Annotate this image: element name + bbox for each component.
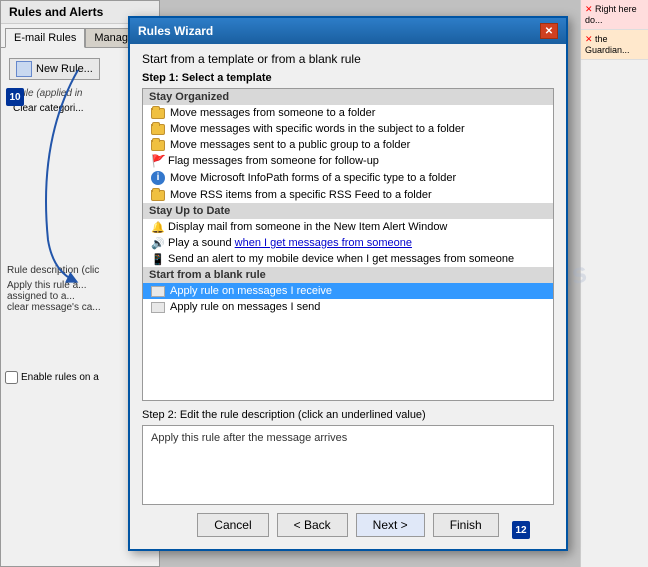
dialog-titlebar: Rules Wizard ✕ <box>130 18 566 44</box>
folder-icon <box>151 140 165 151</box>
flag-icon: 🚩 <box>151 155 163 167</box>
enable-rules-checkbox[interactable] <box>5 371 18 384</box>
sound-icon: 🔊 <box>151 237 163 249</box>
cancel-button[interactable]: Cancel <box>197 513 268 537</box>
blank-icon <box>151 302 165 313</box>
rule-infopath[interactable]: i Move Microsoft InfoPath forms of a spe… <box>143 169 553 187</box>
rule-apply-receive[interactable]: Apply rule on messages I receive <box>143 283 553 299</box>
badge-12: 12 <box>512 521 530 539</box>
arrow-svg <box>18 60 118 290</box>
blank-icon <box>151 286 165 297</box>
info-icon: i <box>151 171 165 185</box>
section-stay-uptodate: Stay Up to Date <box>143 203 553 219</box>
template-list[interactable]: Stay Organized Move messages from someon… <box>142 88 554 401</box>
right-item-2: ✕ the Guardian... <box>581 30 648 60</box>
back-button[interactable]: < Back <box>277 513 348 537</box>
folder-icon <box>151 108 165 119</box>
rule-play-sound[interactable]: 🔊 Play a sound when I get messages from … <box>143 235 553 251</box>
folder-icon <box>151 190 165 201</box>
right-panel: ✕ Right here do... ✕ the Guardian... <box>580 0 648 567</box>
rule-flag-followup[interactable]: 🚩 Flag messages from someone for follow-… <box>143 153 553 169</box>
dialog-footer: Cancel < Back Next > Finish <box>142 505 554 541</box>
finish-button[interactable]: Finish <box>433 513 499 537</box>
right-item-1: ✕ Right here do... <box>581 0 648 30</box>
rules-wizard-dialog: Rules Wizard ✕ Start from a template or … <box>128 16 568 551</box>
rule-move-from[interactable]: Move messages from someone to a folder <box>143 105 553 121</box>
dialog-body: Start from a template or from a blank ru… <box>130 44 566 549</box>
intro-text: Start from a template or from a blank ru… <box>142 52 554 66</box>
step2-text: Apply this rule after the message arrive… <box>151 432 347 444</box>
section-stay-organized: Stay Organized <box>143 89 553 105</box>
rule-send-alert[interactable]: 📱 Send an alert to my mobile device when… <box>143 251 553 267</box>
step2-description-box: Apply this rule after the message arrive… <box>142 425 554 505</box>
folder-icon <box>151 124 165 135</box>
close-button[interactable]: ✕ <box>540 23 558 39</box>
tab-email[interactable]: E-mail Rules <box>5 28 85 48</box>
section-blank-rule: Start from a blank rule <box>143 267 553 283</box>
alert-icon: 📱 <box>151 253 163 265</box>
next-button[interactable]: Next > <box>356 513 425 537</box>
rule-display-mail[interactable]: 🔔 Display mail from someone in the New I… <box>143 219 553 235</box>
enable-rules[interactable]: Enable rules on a <box>5 371 99 384</box>
step1-label: Step 1: Select a template <box>142 72 554 84</box>
rule-move-sent[interactable]: Move messages sent to a public group to … <box>143 137 553 153</box>
rule-apply-send[interactable]: Apply rule on messages I send <box>143 299 553 315</box>
rule-move-subject[interactable]: Move messages with specific words in the… <box>143 121 553 137</box>
rule-rss[interactable]: Move RSS items from a specific RSS Feed … <box>143 187 553 203</box>
alert-icon: 🔔 <box>151 221 163 233</box>
dialog-title: Rules Wizard <box>138 24 213 38</box>
badge-10: 10 <box>6 88 24 106</box>
step2-label: Step 2: Edit the rule description (click… <box>142 409 554 421</box>
